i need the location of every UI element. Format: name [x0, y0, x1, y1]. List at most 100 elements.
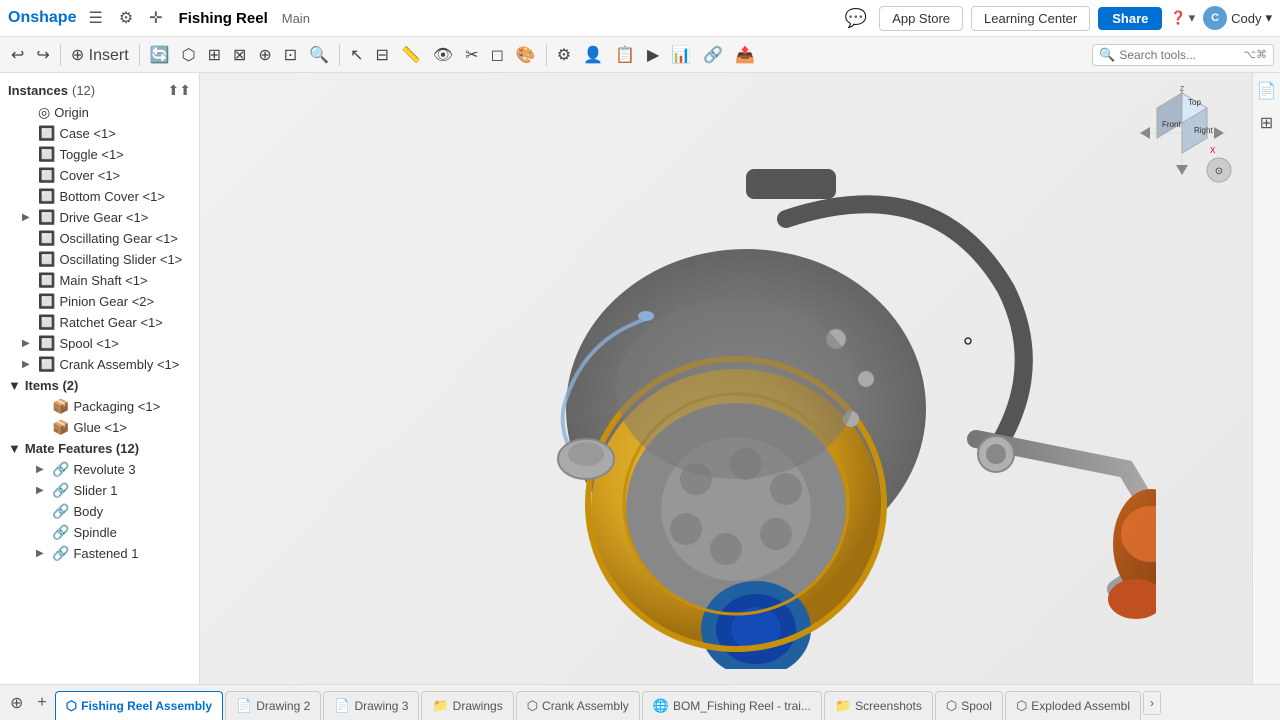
- zoom-area-button[interactable]: ⊟: [371, 42, 394, 68]
- part-section-button[interactable]: ✂: [460, 42, 483, 68]
- undo-button[interactable]: ↩: [6, 42, 29, 68]
- tree-item-pinion-gear[interactable]: 🔲 Pinion Gear <2>: [0, 291, 199, 312]
- measure-button[interactable]: 📏: [396, 42, 426, 68]
- tree-item-oscillating-gear[interactable]: 🔲 Oscillating Gear <1>: [0, 228, 199, 249]
- part-visible-button[interactable]: 👁: [428, 42, 458, 68]
- chat-button[interactable]: 💬: [841, 6, 871, 31]
- view-zoom-button[interactable]: 🔍: [304, 42, 334, 68]
- motion-button[interactable]: 📊: [666, 42, 696, 68]
- menu-button[interactable]: ☰: [84, 6, 106, 30]
- tab-exploded-assembly[interactable]: ⬡ Exploded Assembl: [1005, 691, 1141, 720]
- app-store-button[interactable]: App Store: [879, 6, 963, 31]
- scroll-to-top-button[interactable]: ⬆⬆: [168, 82, 191, 99]
- oscillating-slider-icon: 🔲: [38, 251, 55, 268]
- tabbar: ⊕ + ⬡ Fishing Reel Assembly 📄 Drawing 2 …: [0, 684, 1280, 720]
- tab-crank-assembly[interactable]: ⬡ Crank Assembly: [516, 691, 640, 720]
- tree-item-revolute3[interactable]: ▶ 🔗 Revolute 3: [0, 459, 199, 480]
- tab-drawing-3[interactable]: 📄 Drawing 3: [323, 691, 419, 720]
- mate-features-section-header[interactable]: ▼ Mate Features (12): [0, 438, 199, 459]
- case-label: Case <1>: [59, 126, 115, 141]
- tree-item-body[interactable]: 🔗 Body: [0, 501, 199, 522]
- ratchet-gear-icon: 🔲: [38, 314, 55, 331]
- right-panel-btn-1[interactable]: 📄: [1253, 77, 1280, 105]
- tab-bom-fishing-reel[interactable]: 🌐 BOM_Fishing Reel - trai...: [642, 691, 822, 720]
- mates-button[interactable]: 👤: [578, 42, 608, 68]
- tab-exploded-icon: ⬡: [1016, 698, 1027, 714]
- tree-item-main-shaft[interactable]: 🔲 Main Shaft <1>: [0, 270, 199, 291]
- help-button[interactable]: ❓ ▾: [1170, 10, 1195, 26]
- insert-button[interactable]: ⊕ Insert: [66, 42, 134, 68]
- view-orient-button[interactable]: ⊕: [253, 42, 276, 68]
- collab-button[interactable]: 🔗: [698, 42, 728, 68]
- instances-label: Instances: [8, 83, 68, 98]
- tree-item-glue[interactable]: 📦 Glue <1>: [0, 417, 199, 438]
- select-button[interactable]: ↖: [345, 42, 368, 68]
- 3d-viewport[interactable]: Top Front Right Z X ⊙: [200, 73, 1252, 684]
- view-explode-button[interactable]: ⊠: [228, 42, 251, 68]
- search-bar: 🔍 ⌥⌘: [1092, 44, 1274, 66]
- tree-item-spool[interactable]: ▶ 🔲 Spool <1>: [0, 333, 199, 354]
- revolute3-label: Revolute 3: [73, 462, 135, 477]
- view-fit-button[interactable]: ⊡: [279, 42, 302, 68]
- svg-text:Top: Top: [1188, 98, 1201, 107]
- navigation-cube[interactable]: Top Front Right Z X ⊙: [1132, 83, 1232, 183]
- tab-drawing-2[interactable]: 📄 Drawing 2: [225, 691, 321, 720]
- tree-item-bottom-cover[interactable]: 🔲 Bottom Cover <1>: [0, 186, 199, 207]
- config-button[interactable]: ⚙: [115, 6, 137, 30]
- items-label: Items (2): [25, 378, 78, 393]
- tab-more-button[interactable]: ›: [1143, 691, 1161, 715]
- revolute3-chevron: ▶: [36, 464, 48, 475]
- part-color-button[interactable]: 🎨: [511, 42, 541, 68]
- tree-item-cover[interactable]: 🔲 Cover <1>: [0, 165, 199, 186]
- tab-fishing-reel-assembly[interactable]: ⬡ Fishing Reel Assembly: [55, 691, 223, 720]
- bottom-cover-icon: 🔲: [38, 188, 55, 205]
- learning-center-button[interactable]: Learning Center: [971, 6, 1090, 31]
- cover-icon: 🔲: [38, 167, 55, 184]
- tree-item-origin[interactable]: ◎ Origin: [0, 102, 199, 123]
- reel-3d-view[interactable]: Top Front Right Z X ⊙: [200, 73, 1252, 684]
- share-button[interactable]: Share: [1098, 7, 1162, 30]
- avatar: C: [1203, 6, 1227, 30]
- view-front-button[interactable]: 🔄: [145, 42, 175, 68]
- onshape-logo[interactable]: Onshape: [8, 9, 76, 27]
- redo-button[interactable]: ↪: [31, 42, 54, 68]
- tree-item-toggle[interactable]: 🔲 Toggle <1>: [0, 144, 199, 165]
- tab-assembly-icon: ⬡: [66, 698, 77, 714]
- items-section-header[interactable]: ▼ Items (2): [0, 375, 199, 396]
- view-section-button[interactable]: ⊞: [203, 42, 226, 68]
- tab-add-button[interactable]: +: [31, 692, 52, 714]
- part-transparent-button[interactable]: ◻: [486, 42, 509, 68]
- instances-header[interactable]: Instances (12) ⬆⬆: [0, 79, 199, 102]
- tree-item-drive-gear[interactable]: ▶ 🔲 Drive Gear <1>: [0, 207, 199, 228]
- tree-item-crank-assembly[interactable]: ▶ 🔲 Crank Assembly <1>: [0, 354, 199, 375]
- insert-icon: ⊕: [71, 47, 84, 64]
- tab-home-button[interactable]: ⊕: [4, 691, 29, 715]
- tab-screenshots[interactable]: 📁 Screenshots: [824, 691, 933, 720]
- settings-button[interactable]: ⚙: [552, 42, 576, 68]
- tree-item-fastened1[interactable]: ▶ 🔗 Fastened 1: [0, 543, 199, 564]
- animation-button[interactable]: ▶: [642, 42, 664, 68]
- tree-item-case[interactable]: 🔲 Case <1>: [0, 123, 199, 144]
- view-isometric-button[interactable]: ⬡: [177, 42, 201, 68]
- tab-drawings-label: Drawings: [453, 699, 503, 713]
- tab-drawings[interactable]: 📁 Drawings: [421, 691, 513, 720]
- tab-spool[interactable]: ⬡ Spool: [935, 691, 1003, 720]
- tree-item-slider1[interactable]: ▶ 🔗 Slider 1: [0, 480, 199, 501]
- tree-item-ratchet-gear[interactable]: 🔲 Ratchet Gear <1>: [0, 312, 199, 333]
- spool-icon: 🔲: [38, 335, 55, 352]
- tree-item-spindle[interactable]: 🔗 Spindle: [0, 522, 199, 543]
- plus-button[interactable]: ✛: [145, 6, 166, 30]
- tab-fishing-reel-assembly-label: Fishing Reel Assembly: [81, 699, 212, 713]
- user-menu[interactable]: C Cody ▾: [1203, 6, 1272, 30]
- search-input[interactable]: [1119, 48, 1239, 62]
- tab-spool-icon: ⬡: [946, 698, 957, 714]
- main-shaft-icon: 🔲: [38, 272, 55, 289]
- bom-button[interactable]: 📋: [610, 42, 640, 68]
- divider-2: [139, 44, 140, 66]
- svg-text:X: X: [1210, 146, 1216, 155]
- right-panel-btn-2[interactable]: ⊞: [1256, 109, 1277, 137]
- tree-item-oscillating-slider[interactable]: 🔲 Oscillating Slider <1>: [0, 249, 199, 270]
- tree-item-packaging[interactable]: 📦 Packaging <1>: [0, 396, 199, 417]
- orientation-selector[interactable]: ⊙: [1206, 157, 1232, 183]
- export-button[interactable]: 📤: [730, 42, 760, 68]
